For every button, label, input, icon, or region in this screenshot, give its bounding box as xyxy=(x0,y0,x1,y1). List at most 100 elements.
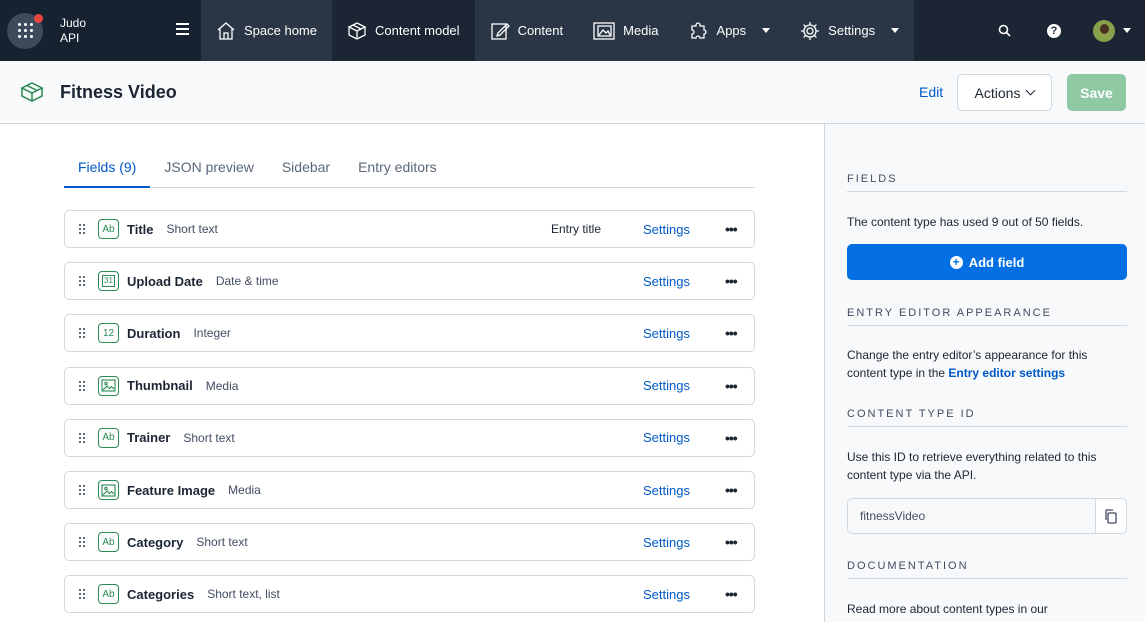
chevron-down-icon xyxy=(1026,85,1036,96)
field-type-icon: Ab xyxy=(98,427,119,448)
field-row[interactable]: 12 Duration Integer Settings ••• xyxy=(64,314,755,353)
help-button[interactable]: ? xyxy=(1029,0,1079,61)
content-type-id-heading: CONTENT TYPE ID xyxy=(847,408,1127,427)
content-icon xyxy=(490,22,510,40)
documentation-heading: DOCUMENTATION xyxy=(847,560,1127,579)
field-type-icon: Ab xyxy=(98,584,119,605)
nav-content[interactable]: Content xyxy=(475,0,579,61)
space-name: Judo API xyxy=(60,16,86,46)
field-kind: Media xyxy=(205,378,239,393)
app-launcher-button[interactable] xyxy=(7,12,43,49)
nav-space-home[interactable]: Space home xyxy=(201,0,332,61)
nav-right: ? xyxy=(979,0,1145,61)
tab-entry-editors[interactable]: Entry editors xyxy=(344,148,451,188)
drag-handle-icon[interactable] xyxy=(79,432,85,443)
field-row[interactable]: Feature Image Media Settings ••• xyxy=(64,471,755,509)
nav-apps[interactable]: Apps xyxy=(674,0,786,61)
drag-handle-icon[interactable] xyxy=(79,276,85,287)
sidebar: FIELDS The content type has used 9 out o… xyxy=(824,124,1145,622)
drag-handle-icon[interactable] xyxy=(79,589,85,600)
actions-label: Actions xyxy=(974,84,1021,101)
drag-handle-icon[interactable] xyxy=(79,537,85,548)
field-kind: Short text xyxy=(183,430,235,445)
more-options-icon[interactable]: ••• xyxy=(725,430,738,446)
tab-json-preview[interactable]: JSON preview xyxy=(150,148,267,188)
add-field-label: Add field xyxy=(968,254,1025,270)
copy-button[interactable] xyxy=(1095,499,1126,533)
field-row[interactable]: Ab Category Short text Settings ••• xyxy=(64,523,755,562)
drag-handle-icon[interactable] xyxy=(79,380,85,391)
page-header: Fitness Video Edit Actions Save xyxy=(0,61,1145,124)
field-row[interactable]: Thumbnail Media Settings ••• xyxy=(64,366,755,405)
media-type-icon xyxy=(98,480,119,500)
edit-link[interactable]: Edit xyxy=(919,84,943,100)
content-type-id-field[interactable]: fitnessVideo xyxy=(847,498,1127,534)
field-settings-link[interactable]: Settings xyxy=(643,535,690,550)
tab-fields[interactable]: Fields (9) xyxy=(64,148,151,188)
nav-media[interactable]: Media xyxy=(578,0,673,61)
home-icon xyxy=(217,21,235,40)
search-button[interactable] xyxy=(979,0,1029,61)
field-settings-link[interactable]: Settings xyxy=(643,483,690,498)
field-row[interactable]: Ab Title Short text Entry title Settings… xyxy=(64,210,755,248)
actions-button[interactable]: Actions xyxy=(957,74,1052,111)
more-options-icon[interactable]: ••• xyxy=(725,221,738,237)
more-options-icon[interactable]: ••• xyxy=(725,586,738,602)
field-row[interactable]: 31 Upload Date Date & time Settings ••• xyxy=(64,262,755,301)
more-options-icon[interactable]: ••• xyxy=(725,378,738,394)
field-type-icon: 12 xyxy=(98,323,119,344)
more-options-icon[interactable]: ••• xyxy=(725,273,738,289)
drag-handle-icon[interactable] xyxy=(79,224,85,234)
field-settings-link[interactable]: Settings xyxy=(643,587,690,602)
field-settings-link[interactable]: Settings xyxy=(643,326,690,341)
field-kind: Date & time xyxy=(215,274,279,289)
field-name: Upload Date xyxy=(127,273,203,289)
avatar xyxy=(1093,19,1115,42)
drag-handle-icon[interactable] xyxy=(79,485,85,495)
org-name: Judo xyxy=(60,15,87,30)
chevron-down-icon xyxy=(1123,28,1131,33)
field-kind: Short text, list xyxy=(207,587,280,602)
field-name: Trainer xyxy=(127,430,171,446)
hamburger-menu-icon[interactable] xyxy=(176,23,189,38)
tab-sidebar[interactable]: Sidebar xyxy=(268,148,344,188)
environment-name: API xyxy=(60,30,80,45)
field-name: Title xyxy=(127,221,154,237)
account-menu[interactable] xyxy=(1079,0,1145,61)
field-kind: Media xyxy=(228,483,261,497)
entry-editor-settings-link[interactable]: Entry editor settings xyxy=(948,366,1065,380)
apps-icon xyxy=(690,21,707,39)
field-row[interactable]: Ab Trainer Short text Settings ••• xyxy=(64,418,755,457)
nav-label: Settings xyxy=(828,23,876,38)
space-switcher[interactable]: Judo API xyxy=(0,0,201,61)
drag-handle-icon[interactable] xyxy=(79,328,85,339)
content-type-id-value: fitnessVideo xyxy=(860,509,926,523)
field-settings-link[interactable]: Settings xyxy=(643,430,690,445)
main-content: Fields (9) JSON preview Sidebar Entry ed… xyxy=(0,124,824,622)
add-field-button[interactable]: + Add field xyxy=(847,244,1127,280)
chevron-down-icon xyxy=(891,28,900,33)
nav-label: Apps xyxy=(716,23,747,38)
page-title: Fitness Video xyxy=(60,82,177,102)
nav-label: Media xyxy=(623,23,659,38)
field-kind: Short text xyxy=(196,535,248,550)
nav-label: Content model xyxy=(375,23,460,38)
more-options-icon[interactable]: ••• xyxy=(725,534,738,550)
plus-icon: + xyxy=(949,255,963,269)
fields-heading: FIELDS xyxy=(847,173,1127,192)
field-row[interactable]: Ab Categories Short text, list Settings … xyxy=(64,575,755,614)
field-type-icon: Ab xyxy=(98,219,119,239)
save-button[interactable]: Save xyxy=(1067,74,1126,111)
more-options-icon[interactable]: ••• xyxy=(725,482,738,498)
field-settings-link[interactable]: Settings xyxy=(643,378,690,393)
more-options-icon[interactable]: ••• xyxy=(725,325,738,341)
main-nav: Space home Content model Content Media A… xyxy=(201,0,915,61)
fields-usage-text: The content type has used 9 out of 50 fi… xyxy=(847,215,1084,229)
nav-label: Content xyxy=(517,23,564,38)
nav-settings[interactable]: Settings xyxy=(785,0,914,61)
field-settings-link[interactable]: Settings xyxy=(643,222,690,237)
field-settings-link[interactable]: Settings xyxy=(643,274,690,289)
nav-label: Space home xyxy=(244,23,317,38)
documentation-text: Read more about content types in our xyxy=(847,602,1048,616)
nav-content-model[interactable]: Content model xyxy=(332,0,475,61)
